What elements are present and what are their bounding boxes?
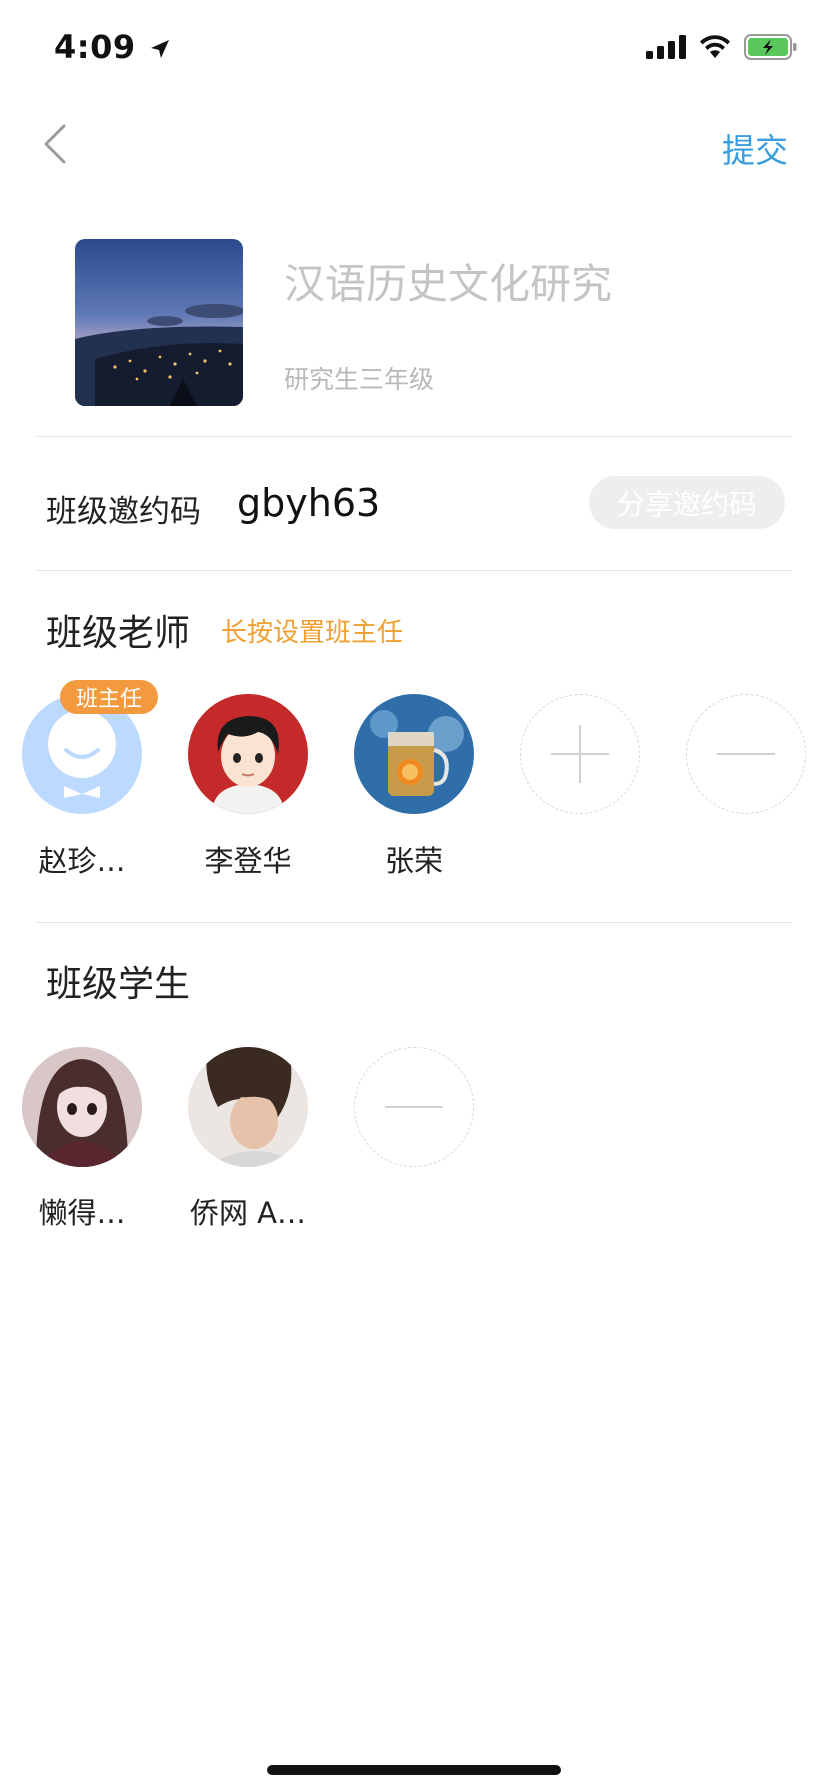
teacher-avatar[interactable] [188, 694, 308, 814]
location-arrow-icon [151, 40, 170, 58]
status-time: 4:09 [54, 28, 171, 66]
plus-icon [551, 725, 609, 783]
student-name: 侨网 A… [189, 1196, 307, 1230]
student-avatar[interactable] [188, 1047, 308, 1167]
divider [36, 922, 792, 923]
class-cover-image[interactable] [75, 239, 243, 406]
invite-code-label: 班级邀约码 [46, 494, 201, 530]
teacher-name: 张荣 [384, 844, 443, 878]
divider [36, 570, 792, 571]
submit-button[interactable]: 提交 [722, 124, 788, 172]
remove-teacher-button[interactable] [686, 694, 806, 814]
class-grade[interactable]: 研究生三年级 [284, 360, 434, 396]
divider [36, 436, 792, 437]
head-teacher-badge: 班主任 [60, 680, 158, 714]
teacher-avatar[interactable] [354, 694, 474, 814]
share-invite-code-button[interactable]: 分享邀约码 [589, 476, 785, 529]
teachers-section-title: 班级老师 [46, 613, 191, 654]
teachers-hint: 长按设置班主任 [221, 618, 404, 648]
minus-icon [385, 1106, 443, 1108]
home-indicator [267, 1765, 561, 1775]
add-teacher-button[interactable] [520, 694, 640, 814]
back-button[interactable] [36, 118, 76, 170]
wifi-icon [700, 35, 730, 58]
remove-student-button[interactable] [354, 1047, 474, 1167]
teacher-name: 赵珍… [38, 844, 126, 878]
invite-code-value: gbyh63 [237, 481, 381, 525]
students-section-title: 班级学生 [46, 964, 191, 1005]
student-avatar[interactable] [22, 1047, 142, 1167]
class-name[interactable]: 汉语历史文化研究 [284, 250, 612, 310]
student-name: 懒得… [38, 1196, 126, 1230]
teacher-name: 李登华 [204, 844, 292, 878]
status-icons [646, 32, 798, 62]
minus-icon [717, 753, 775, 755]
signal-icon [646, 35, 686, 59]
chevron-left-icon [44, 124, 66, 164]
battery-charging-icon [744, 34, 797, 60]
